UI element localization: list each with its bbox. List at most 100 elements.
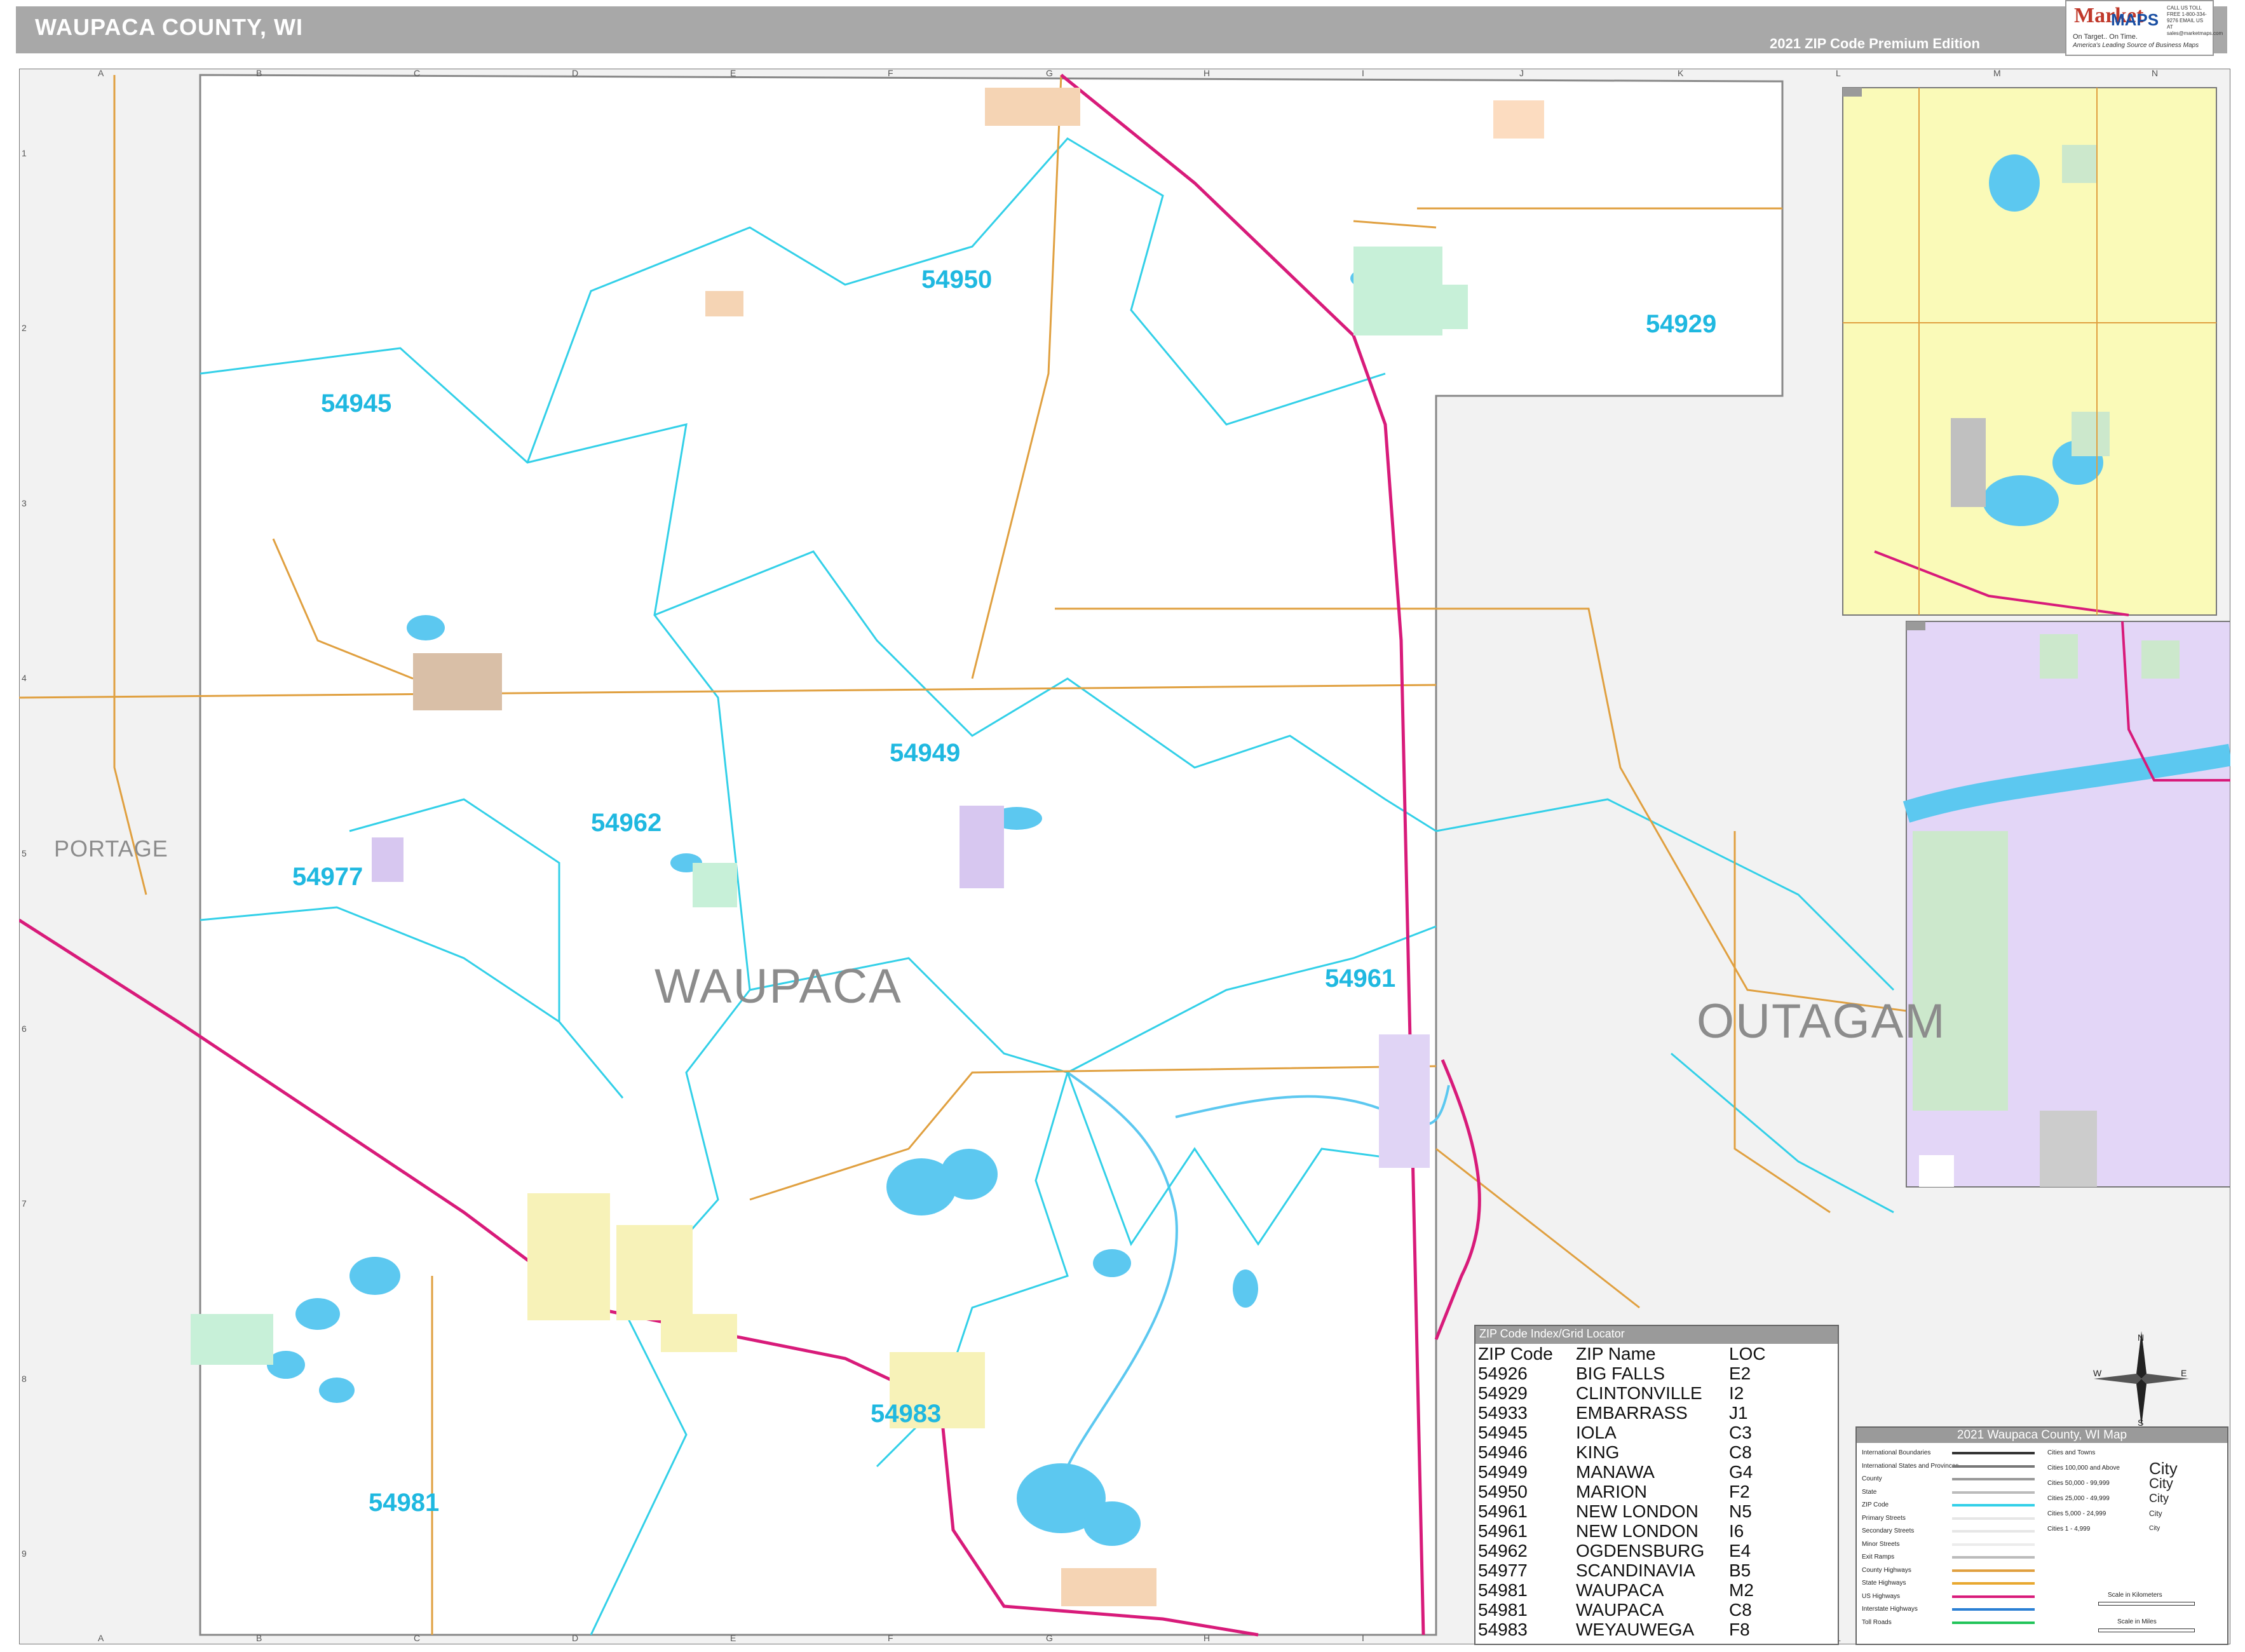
county-label-outagamie: OUTAGAM [1697,994,1946,1048]
legend-label: Secondary Streets [1862,1527,1915,1534]
zip-index-table: ZIP Code ZIP Name LOC 54926 BIG FALLS E2 54… [1478,1344,1771,1639]
table-cell: N5 [1729,1501,1752,1521]
legend-line-swatch [1952,1556,2035,1559]
zip-label: 54981 [369,1489,439,1517]
edition-label: 2021 ZIP Code Premium Edition [1770,36,1980,51]
column-header: ZIP Name [1576,1344,1656,1364]
inset-map-1 [1842,87,2217,616]
grid-row-label: 1 [22,148,27,158]
county-label-waupaca: WAUPACA [655,959,902,1013]
legend-title: 2021 Waupaca County, WI Map [1857,1428,2227,1443]
table-row: 54981 WAUPACA M2 [1478,1580,1771,1600]
legend-line-swatch [1952,1465,2035,1468]
scale-km-bar [2098,1602,2195,1606]
table-cell: 54926 [1478,1364,1528,1383]
table-header-row: ZIP Code ZIP Name LOC [1478,1344,1771,1364]
table-cell: MARION [1576,1482,1647,1501]
legend-label: Interstate Highways [1862,1606,1918,1613]
legend-line-swatch [1952,1517,2035,1520]
grid-row-label: 4 [22,673,27,683]
legend-label: State [1862,1488,1877,1496]
grid-column-label: H [1204,69,1210,78]
table-cell: CLINTONVILLE [1576,1383,1702,1403]
map-svg: AABBCCDDEEFFGGHHIIJJKKLLMMNN 123456789 [19,69,2230,1644]
table-cell: E4 [1729,1541,1751,1561]
table-cell: I6 [1729,1521,1744,1541]
table-row: 54926 BIG FALLS E2 [1478,1364,1771,1383]
map-legend: 2021 Waupaca County, WI Map Internationa… [1855,1426,2228,1645]
grid-column-label: J [1519,69,1524,78]
table-cell: F8 [1729,1620,1750,1639]
table-cell: MANAWA [1576,1462,1655,1482]
legend-city-label: Cities 50,000 - 99,999 [2047,1480,2110,1487]
legend-label: US Highways [1862,1592,1901,1600]
zip-index-panel: ZIP Code Index/Grid Locator ZIP Code ZIP… [1474,1325,1839,1645]
grid-column-label: G [1046,69,1053,78]
title-bar: WAUPACA COUNTY, WI 2021 ZIP Code Premium… [16,6,2227,53]
table-cell: 54950 [1478,1482,1528,1501]
table-cell: M2 [1729,1580,1754,1600]
legend-city-label: Cities and Towns [2047,1449,2096,1456]
table-cell: B5 [1729,1561,1751,1580]
column-header: LOC [1729,1344,1766,1364]
grid-column-label: F [888,1633,893,1643]
table-cell: EMBARRASS [1576,1403,1688,1423]
scale-km-label: Scale in Kilometers [2108,1592,2162,1599]
grid-column-label: I [1362,69,1364,78]
legend-line-swatch [1952,1569,2035,1572]
zip-label: 54961 [1325,965,1395,992]
market-maps-logo[interactable]: Market MAPS On Target.. On Time. America… [2065,0,2223,56]
table-cell: 54981 [1478,1600,1528,1620]
scale-mi-label: Scale in Miles [2117,1618,2157,1625]
grid-row-label: 9 [22,1548,27,1559]
legend-city-sample: City [2149,1509,2162,1518]
legend-label: County [1862,1475,1882,1482]
table-cell: WAUPACA [1576,1580,1664,1600]
grid-column-label: D [572,1633,578,1643]
legend-label: Exit Ramps [1862,1554,1895,1561]
column-header: ZIP Code [1478,1344,1553,1364]
table-row: 54962 OGDENSBURG E4 [1478,1541,1771,1561]
legend-line-swatch [1952,1530,2035,1533]
table-cell: I2 [1729,1383,1744,1403]
legend-label: State Highways [1862,1580,1906,1587]
grid-row-label: 2 [22,323,27,333]
grid-column-label: D [572,69,578,78]
logo-tagline: On Target.. On Time. [2073,33,2138,41]
table-cell: 54983 [1478,1620,1528,1639]
legend-line-swatch [1952,1595,2035,1598]
zip-label: 54977 [292,863,363,891]
compass-n: N [2138,1332,2144,1343]
map-canvas[interactable]: AABBCCDDEEFFGGHHIIJJKKLLMMNN 123456789 [19,69,2230,1644]
map-title: WAUPACA COUNTY, WI [35,14,303,40]
grid-column-label: H [1204,1633,1210,1643]
legend-city-label: Cities 100,000 and Above [2047,1465,2120,1472]
zip-index-title: ZIP Code Index/Grid Locator [1475,1326,1838,1344]
table-row: 54950 MARION F2 [1478,1482,1771,1501]
table-cell: NEW LONDON [1576,1521,1699,1541]
table-row: 54946 KING C8 [1478,1442,1771,1462]
table-cell: 54946 [1478,1442,1528,1462]
grid-row-label: 8 [22,1374,27,1384]
table-cell: E2 [1729,1364,1751,1383]
compass-e: E [2181,1368,2187,1378]
legend-city-label: Cities 1 - 4,999 [2047,1526,2091,1533]
grid-column-label: B [256,69,262,78]
grid-column-label: I [1362,1633,1364,1643]
table-cell: BIG FALLS [1576,1364,1665,1383]
compass-s: S [2138,1418,2143,1428]
table-cell: 54977 [1478,1561,1528,1580]
grid-column-label: C [414,1633,420,1643]
legend-city-sample: City [2149,1475,2173,1491]
table-cell: 54962 [1478,1541,1528,1561]
logo-tagline-2: America's Leading Source of Business Map… [2073,42,2199,49]
compass-rose-icon: N S E W [2093,1331,2189,1428]
table-row: 54961 NEW LONDON N5 [1478,1501,1771,1521]
grid-column-label: M [1993,69,2001,78]
table-row: 54961 NEW LONDON I6 [1478,1521,1771,1541]
table-row: 54929 CLINTONVILLE I2 [1478,1383,1771,1403]
table-cell: SCANDINAVIA [1576,1561,1695,1580]
legend-line-swatch [1952,1543,2035,1546]
grid-column-label: L [1836,69,1841,78]
legend-line-swatch [1952,1504,2035,1506]
